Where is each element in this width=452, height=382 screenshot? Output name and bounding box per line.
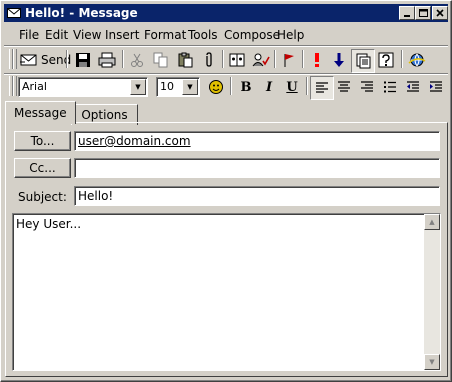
- minimize-button[interactable]: [399, 6, 415, 20]
- send-button[interactable]: Send: [20, 50, 71, 70]
- menu-insert[interactable]: Insert: [105, 28, 139, 42]
- print-icon[interactable]: [96, 49, 118, 71]
- subject-field[interactable]: Hello!: [74, 186, 440, 206]
- toolbar-separator: [274, 50, 276, 68]
- stationery-icon[interactable]: [351, 49, 375, 73]
- subject-field-value: Hello!: [78, 189, 114, 203]
- toolbar-separator: [122, 50, 124, 68]
- subject-label: Subject:: [18, 190, 67, 204]
- tab-message[interactable]: Message: [5, 101, 76, 124]
- scroll-down-button[interactable]: ▼: [424, 354, 440, 370]
- flag-icon[interactable]: [278, 49, 300, 71]
- align-right-icon[interactable]: [356, 76, 378, 98]
- menu-edit[interactable]: Edit: [45, 28, 68, 42]
- to-field-value: user@domain.com: [78, 134, 191, 148]
- formatting-toolbar: Arial ▼ 10 ▼ B I U: [4, 74, 448, 100]
- cut-icon[interactable]: [126, 49, 148, 71]
- toolbar-separator: [306, 77, 308, 95]
- message-window: Hello! - Message File Edit View Insert F…: [0, 0, 452, 382]
- maximize-icon: [418, 9, 428, 17]
- font-select[interactable]: Arial ▼: [18, 77, 148, 97]
- toolbar-separator: [230, 77, 232, 95]
- minimize-icon: [404, 15, 410, 17]
- high-priority-icon[interactable]: [306, 49, 328, 71]
- low-priority-icon[interactable]: [328, 49, 350, 71]
- tab-strip: Message Options: [5, 101, 449, 125]
- tab-options-label: Options: [81, 108, 128, 122]
- menu-bar: File Edit View Insert Format Tools Compo…: [4, 25, 448, 45]
- align-left-icon[interactable]: [310, 76, 334, 100]
- message-body-text: Hey User...: [16, 217, 82, 231]
- toolbar-separator: [302, 50, 304, 68]
- standard-toolbar: Send: [4, 47, 448, 73]
- toolbar-grip: [13, 76, 17, 96]
- toolbar-separator: [66, 50, 68, 68]
- close-icon: [436, 9, 444, 17]
- increase-indent-icon[interactable]: [425, 76, 447, 98]
- toolbar-separator: [401, 50, 403, 68]
- address-book-icon[interactable]: [226, 49, 248, 71]
- menu-file[interactable]: File: [19, 28, 39, 42]
- cc-button[interactable]: Cc...: [14, 158, 71, 178]
- save-icon[interactable]: [72, 49, 94, 71]
- chevron-down-icon[interactable]: ▼: [130, 79, 146, 95]
- maximize-button[interactable]: [415, 6, 431, 20]
- decrease-indent-icon[interactable]: [402, 76, 424, 98]
- bullets-icon[interactable]: [379, 76, 401, 98]
- align-center-icon[interactable]: [333, 76, 355, 98]
- menu-tools[interactable]: Tools: [188, 28, 218, 42]
- paste-icon[interactable]: [174, 49, 196, 71]
- online-icon[interactable]: [406, 49, 428, 71]
- to-button[interactable]: To...: [14, 131, 71, 151]
- help-icon[interactable]: [375, 49, 397, 71]
- tab-message-label: Message: [14, 106, 67, 120]
- underline-icon[interactable]: U: [281, 76, 303, 98]
- message-body[interactable]: Hey User... ▲ ▼: [12, 213, 441, 371]
- emoticon-icon[interactable]: [205, 76, 227, 98]
- to-field[interactable]: user@domain.com: [74, 131, 440, 151]
- envelope-icon: [7, 8, 21, 18]
- font-size-select[interactable]: 10 ▼: [156, 77, 200, 97]
- to-button-label: To...: [30, 134, 55, 148]
- check-names-icon[interactable]: [250, 49, 272, 71]
- bold-icon[interactable]: B: [235, 76, 257, 98]
- chevron-down-icon[interactable]: ▼: [182, 79, 198, 95]
- arrow-down-icon: ▼: [429, 358, 435, 366]
- close-button[interactable]: [432, 6, 448, 20]
- menu-format[interactable]: Format: [144, 28, 186, 42]
- menu-help[interactable]: Help: [277, 28, 304, 42]
- menu-compose[interactable]: Compose: [224, 28, 280, 42]
- cc-field[interactable]: [74, 158, 440, 178]
- cc-button-label: Cc...: [29, 161, 56, 175]
- vertical-scrollbar[interactable]: ▲ ▼: [424, 214, 440, 370]
- send-icon: [20, 54, 37, 66]
- message-panel: To... user@domain.com Cc... Subject: Hel…: [5, 122, 448, 377]
- scroll-up-button[interactable]: ▲: [424, 214, 440, 230]
- title-bar[interactable]: Hello! - Message: [4, 4, 448, 22]
- copy-icon[interactable]: [150, 49, 172, 71]
- font-select-value: Arial: [22, 80, 47, 93]
- toolbar-grip: [13, 49, 17, 69]
- attach-icon[interactable]: [198, 49, 220, 71]
- italic-icon[interactable]: I: [258, 76, 280, 98]
- arrow-up-icon: ▲: [429, 218, 435, 226]
- font-size-value: 10: [160, 80, 174, 93]
- window-title: Hello! - Message: [25, 6, 138, 20]
- menu-view[interactable]: View: [73, 28, 101, 42]
- toolbar-separator: [222, 50, 224, 68]
